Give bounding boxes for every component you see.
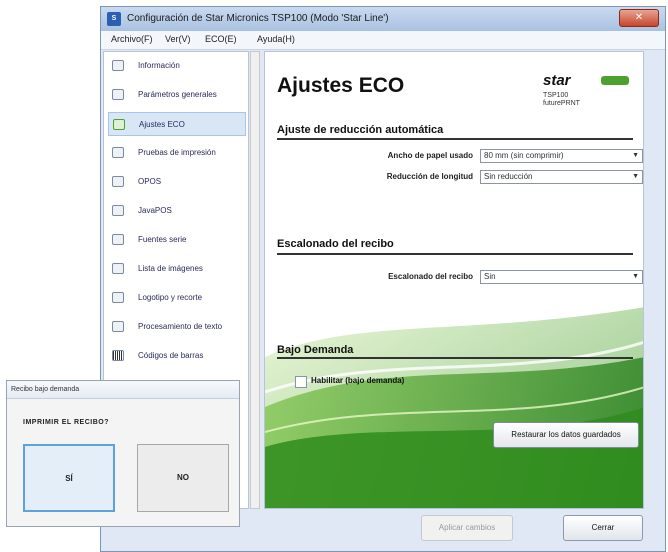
paper-width-value: 80 mm (sin comprimir) [484,151,564,160]
section-stagger-title: Escalonado del recibo [277,238,394,250]
sidebar-item-parametros[interactable]: Parámetros generales [108,83,246,107]
yes-button[interactable]: SÍ [23,444,115,512]
menu-bar: Archivo(F) Ver(V) ECO(E) Ayuda(H) [101,31,665,50]
length-reduction-label: Reducción de longitud [386,172,473,181]
window-title: Configuración de Star Micronics TSP100 (… [127,13,389,24]
stagger-value: Sin [484,272,496,281]
logo-brand: star [543,72,571,89]
receipt-on-demand-dialog: Recibo bajo demanda IMPRIMIR EL RECIBO? … [6,380,240,527]
enable-on-demand-checkbox[interactable] [295,376,307,388]
eco-settings-panel: Ajustes ECO star TSP100 futurePRNT Ajust… [264,51,644,509]
menu-ayuda[interactable]: Ayuda(H) [257,34,295,44]
logo-swoosh [601,76,629,85]
sidebar-item-label: JavaPOS [138,206,172,215]
sidebar-item-label: OPOS [138,177,162,186]
sidebar-item-logotipo[interactable]: Logotipo y recorte [108,286,246,310]
section-divider [277,138,633,140]
sidebar-item-imagenes[interactable]: Lista de imágenes [108,257,246,281]
image-icon [112,263,124,274]
sidebar-item-ajustes-eco[interactable]: Ajustes ECO [108,112,246,136]
java-icon [112,205,124,216]
close-button[interactable]: Cerrar [563,515,643,541]
stagger-label: Escalonado del recibo [388,272,473,281]
barcode-icon [112,350,124,361]
logo-subtitle: TSP100 futurePRNT [543,92,580,107]
decorative-wave [265,307,643,508]
apply-changes-button[interactable]: Aplicar cambios [421,515,513,541]
opos-icon [112,176,124,187]
enable-on-demand-label: Habilitar (bajo demanda) [311,376,405,385]
dialog-title: Recibo bajo demanda [7,381,239,399]
sidebar-item-label: Fuentes serie [138,235,187,244]
sidebar-item-label: Logotipo y recorte [138,293,203,302]
menu-eco[interactable]: ECO(E) [205,34,237,44]
star-logo: star TSP100 futurePRNT [543,72,633,114]
sidebar-item-javapos[interactable]: JavaPOS [108,199,246,223]
length-reduction-select[interactable]: Sin reducción ▼ [480,170,643,184]
paper-width-label: Ancho de papel usado [387,151,473,160]
section-divider [277,357,633,359]
info-icon [112,60,124,71]
leaf-icon [113,119,125,130]
chevron-down-icon: ▼ [632,173,639,180]
chevron-down-icon: ▼ [632,273,639,280]
sidebar-item-label: Procesamiento de texto [138,322,223,331]
sidebar-item-pruebas[interactable]: Pruebas de impresión [108,141,246,165]
stagger-select[interactable]: Sin ▼ [480,270,643,284]
printer-icon [112,147,124,158]
sidebar-item-fuentes[interactable]: Fuentes serie [108,228,246,252]
restore-saved-data-button[interactable]: Restaurar los datos guardados [493,422,639,448]
title-bar[interactable]: S Configuración de Star Micronics TSP100… [101,7,665,31]
menu-archivo[interactable]: Archivo(F) [111,34,153,44]
settings-icon [112,89,124,100]
sidebar-scrollbar[interactable] [250,51,260,509]
app-icon: S [107,12,121,26]
sidebar-item-informacion[interactable]: Información [108,54,246,78]
menu-ver[interactable]: Ver(V) [165,34,191,44]
sidebar-item-label: Pruebas de impresión [138,148,216,157]
sidebar-item-texto[interactable]: Procesamiento de texto [108,315,246,339]
close-window-button[interactable]: ✕ [619,9,659,27]
section-auto-reduction-title: Ajuste de reducción automática [277,124,444,136]
sidebar-item-label: Parámetros generales [138,90,217,99]
dialog-prompt: IMPRIMIR EL RECIBO? [23,419,109,426]
sidebar-item-label: Ajustes ECO [139,120,185,129]
sidebar-item-codigos[interactable]: Códigos de barras [108,344,246,368]
sidebar-item-label: Información [138,61,180,70]
sidebar-item-opos[interactable]: OPOS [108,170,246,194]
font-icon [112,234,124,245]
page-title: Ajustes ECO [277,74,405,97]
sidebar-item-label: Códigos de barras [138,351,204,360]
paper-width-select[interactable]: 80 mm (sin comprimir) ▼ [480,149,643,163]
sidebar-item-label: Lista de imágenes [138,264,203,273]
length-reduction-value: Sin reducción [484,172,533,181]
section-on-demand-title: Bajo Demanda [277,344,354,356]
section-divider [277,253,633,255]
chevron-down-icon: ▼ [632,152,639,159]
text-icon [112,321,124,332]
logo-icon [112,292,124,303]
no-button[interactable]: NO [137,444,229,512]
